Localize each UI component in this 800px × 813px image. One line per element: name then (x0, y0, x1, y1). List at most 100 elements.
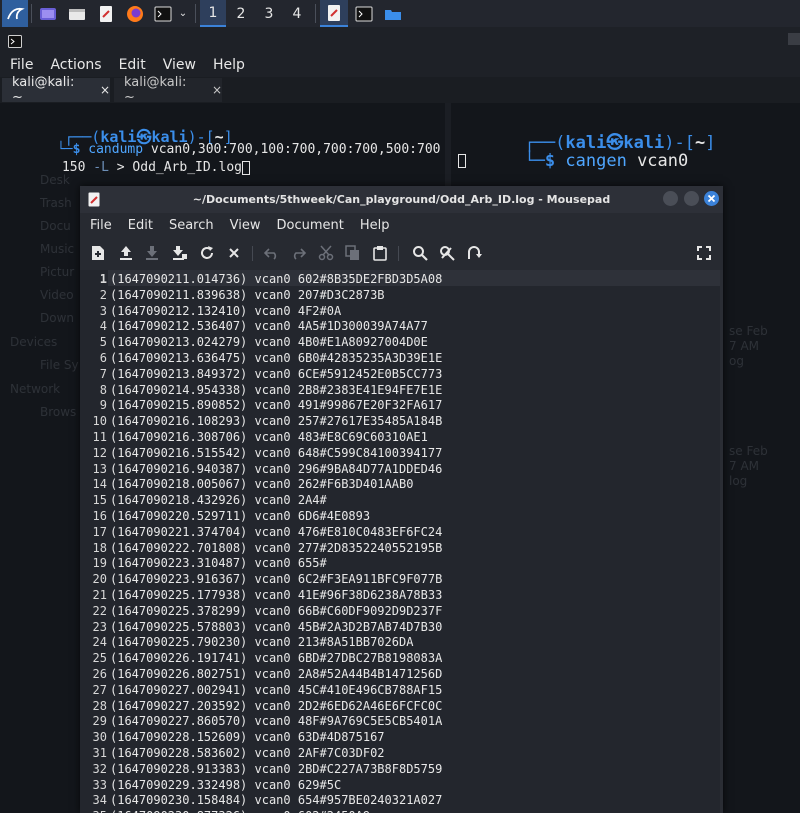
menu-edit[interactable]: Edit (118, 218, 159, 233)
tab-label: kali@kali: ~ (12, 75, 75, 105)
line-text[interactable]: (1647090221.374704) vcan0 476#E810C0483E… (110, 525, 442, 539)
line-text[interactable]: (1647090216.515542) vcan0 648#C599C84100… (110, 446, 442, 460)
line-text[interactable]: (1647090213.024279) vcan0 4B0#E1A8092700… (110, 335, 428, 349)
line-text[interactable]: (1647090226.191741) vcan0 6BD#27DBC27B81… (110, 651, 442, 665)
chevron-down-icon[interactable]: ⌄ (176, 0, 190, 27)
line-text[interactable]: (1647090216.940387) vcan0 296#9BA84D77A1… (110, 462, 442, 476)
terminal-menu-file[interactable]: File (0, 57, 40, 73)
text-editor-area[interactable]: 1 (1647090211.014736) vcan0 602#8B35DE2FB… (80, 270, 723, 813)
line-text[interactable]: (1647090216.308706) vcan0 483#E8C69C6031… (110, 430, 428, 444)
line-text[interactable]: (1647090226.802751) vcan0 2A8#52A44B4B14… (110, 667, 442, 681)
mousepad-task-icon[interactable] (320, 0, 348, 27)
window-title: ~/Documents/5thweek/Can_playground/Odd_A… (192, 193, 611, 206)
mousepad-toolbar (80, 237, 723, 269)
text-editor-icon[interactable] (94, 0, 118, 27)
undo-icon[interactable] (262, 243, 282, 263)
kali-menu-icon[interactable] (2, 0, 28, 27)
line-text[interactable]: (1647090211.839638) vcan0 207#D3C2873B (110, 288, 385, 302)
mousepad-window: ~/Documents/5thweek/Can_playground/Odd_A… (80, 186, 723, 813)
line-text[interactable]: (1647090223.310487) vcan0 655# (110, 556, 327, 570)
line-text[interactable]: (1647090225.790230) vcan0 213#8A51BB7026… (110, 635, 413, 649)
terminal-menubar: File Actions Edit View Help (0, 53, 800, 77)
line-text[interactable]: (1647090225.578803) vcan0 45B#2A3D2B7AB7… (110, 620, 442, 634)
reload-icon[interactable] (197, 243, 217, 263)
terminal-titlebar (0, 27, 800, 53)
workspace-3[interactable]: 3 (256, 0, 282, 27)
go-to-line-icon[interactable] (464, 243, 484, 263)
line-text[interactable]: (1647090228.913383) vcan0 2BD#C227A73B8F… (110, 762, 442, 776)
find-replace-icon[interactable] (437, 243, 457, 263)
terminal-tab-1[interactable]: kali@kali: ~ × (2, 75, 110, 105)
minimize-button[interactable] (663, 191, 678, 206)
line-text[interactable]: (1647090213.849372) vcan0 6CE#5912452E0B… (110, 367, 442, 381)
menu-help[interactable]: Help (350, 218, 396, 233)
line-text[interactable]: (1647090215.890852) vcan0 491#99867E20F3… (110, 398, 442, 412)
terminal-menu-view[interactable]: View (153, 57, 203, 73)
line-text[interactable]: (1647090230.158484) vcan0 654#957BE02403… (110, 793, 442, 807)
line-text[interactable]: (1647090212.132410) vcan0 4F2#0A (110, 304, 341, 318)
folder-task-icon[interactable] (380, 0, 406, 27)
close-document-icon[interactable] (224, 243, 244, 263)
line-text[interactable]: (1647090216.108293) vcan0 257#27617E3548… (110, 414, 442, 428)
line-text[interactable]: (1647090228.583602) vcan0 2AF#7C03DF02 (110, 746, 385, 760)
close-icon[interactable]: × (212, 83, 222, 97)
workspace-2[interactable]: 2 (228, 0, 254, 27)
cut-icon[interactable] (316, 243, 336, 263)
open-file-icon[interactable] (116, 243, 136, 263)
line-text[interactable]: (1647090230.877326) vcan0 602#2450A9 (110, 809, 370, 813)
line-text[interactable]: (1647090225.378299) vcan0 66B#C60DF9092D… (110, 604, 442, 618)
ghost-sidebar-item: Network (10, 382, 61, 396)
line-text[interactable]: (1647090211.014736) vcan0 602#8B35DE2FBD… (110, 272, 442, 286)
firefox-icon[interactable] (123, 0, 147, 27)
line-text[interactable]: (1647090218.005067) vcan0 262#F6B3D401AA… (110, 477, 413, 491)
show-desktop-icon[interactable] (36, 0, 60, 27)
terminal-menu-edit[interactable]: Edit (109, 57, 153, 73)
workspace-4[interactable]: 4 (284, 0, 310, 27)
vertical-scrollbar[interactable] (720, 270, 723, 813)
mousepad-titlebar[interactable]: ~/Documents/5thweek/Can_playground/Odd_A… (80, 186, 723, 213)
line-number: 32 (92, 761, 107, 776)
line-text[interactable]: (1647090212.536407) vcan0 4A5#1D300039A7… (110, 319, 428, 333)
line-number: 1 (99, 272, 107, 286)
line-text[interactable]: (1647090227.860570) vcan0 48F#9A769C5E5C… (110, 714, 442, 728)
command-redirect: > Odd_Arb_ID.log (108, 160, 242, 175)
line-text[interactable]: (1647090225.177938) vcan0 41E#96F38D6238… (110, 588, 442, 602)
line-text[interactable]: (1647090213.636475) vcan0 6B0#42835235A3… (110, 351, 442, 365)
search-icon[interactable] (410, 243, 430, 263)
line-number: 17 (92, 524, 107, 539)
ghost-file-text: se Feb (729, 324, 768, 338)
save-as-icon[interactable] (170, 243, 190, 263)
line-text[interactable]: (1647090229.332498) vcan0 629#5C (110, 778, 341, 792)
line-text[interactable]: (1647090228.152609) vcan0 63D#4D875167 (110, 730, 385, 744)
line-text[interactable]: (1647090222.701808) vcan0 277#2D83522405… (110, 541, 442, 555)
line-text[interactable]: (1647090223.916367) vcan0 6C2#F3EA911BFC… (110, 572, 442, 586)
new-document-icon[interactable] (88, 243, 108, 263)
terminal-menu-help[interactable]: Help (203, 57, 252, 73)
menu-file[interactable]: File (80, 218, 118, 233)
line-text[interactable]: (1647090218.432926) vcan0 2A4# (110, 493, 327, 507)
workspace-1[interactable]: 1 (200, 0, 226, 27)
file-manager-icon[interactable] (65, 0, 89, 27)
close-button[interactable] (704, 191, 719, 206)
line-text[interactable]: (1647090227.203592) vcan0 2D2#6ED62A46E6… (110, 699, 442, 713)
fullscreen-icon[interactable] (694, 243, 714, 263)
menu-document[interactable]: Document (266, 218, 349, 233)
line-number: 29 (92, 714, 107, 729)
terminal-tab-2[interactable]: kali@kali: ~ × (114, 75, 222, 105)
save-icon[interactable] (142, 243, 162, 263)
menu-search[interactable]: Search (159, 218, 220, 233)
redo-icon[interactable] (288, 243, 308, 263)
terminal-task-icon[interactable] (351, 0, 377, 27)
close-icon[interactable]: × (100, 83, 110, 97)
terminal-minimize-button[interactable] (788, 33, 800, 45)
maximize-button[interactable] (684, 191, 699, 206)
terminal-launcher-icon[interactable] (151, 0, 175, 27)
line-text[interactable]: (1647090220.529711) vcan0 6D6#4E0893 (110, 509, 370, 523)
copy-icon[interactable] (343, 243, 363, 263)
line-text[interactable]: (1647090227.002941) vcan0 45C#410E496CB7… (110, 683, 442, 697)
mousepad-menubar: File Edit Search View Document Help (80, 213, 723, 237)
terminal-menu-actions[interactable]: Actions (40, 57, 108, 73)
line-text[interactable]: (1647090214.954338) vcan0 2B8#2383E41E94… (110, 383, 442, 397)
paste-icon[interactable] (370, 243, 390, 263)
menu-view[interactable]: View (220, 218, 267, 233)
